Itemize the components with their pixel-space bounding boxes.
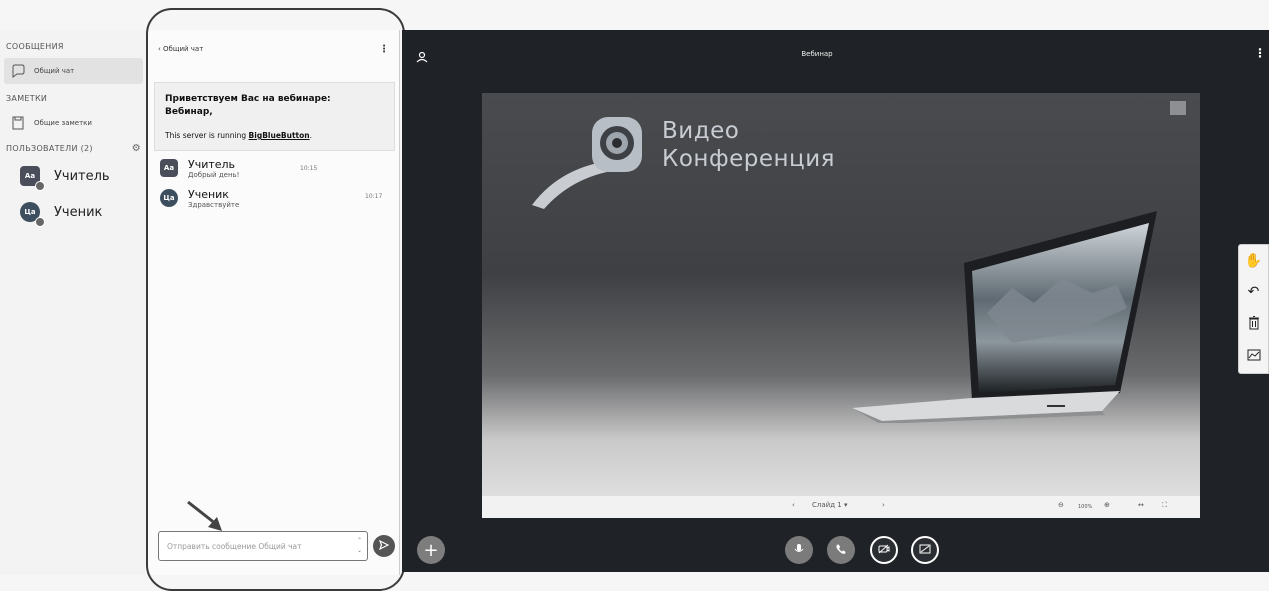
plus-icon: + xyxy=(423,539,439,561)
slide-toolbar: ‹ Слайд 1 ▾ › ⊖ 100% ⊕ ↔ ⛶ xyxy=(482,496,1200,518)
message-author: Учитель xyxy=(188,158,236,171)
gear-icon[interactable]: ⚙ xyxy=(132,140,141,158)
notes-section-label: ЗАМЕТКИ xyxy=(6,94,48,103)
welcome-message: Приветствуем Вас на вебинаре: Вебинар, T… xyxy=(154,82,395,151)
message-text: Здравствуйте xyxy=(188,201,240,209)
message-time: 10:17 xyxy=(365,193,383,200)
screen-share-off-icon xyxy=(919,544,931,557)
camera-off-icon xyxy=(878,544,890,557)
zoom-level: 100% xyxy=(1078,504,1093,510)
chat-back-button[interactable]: ‹ Общий чат xyxy=(158,45,203,53)
more-options-icon[interactable]: ⋮ xyxy=(379,44,389,55)
notes-section-title: ЗАМЕТКИ xyxy=(0,90,147,108)
server-info-prefix: This server is running xyxy=(165,131,249,140)
camera-button[interactable] xyxy=(870,536,898,564)
next-slide-button[interactable]: › xyxy=(882,501,885,509)
server-info-suffix: . xyxy=(309,131,313,140)
webcam-logo-icon xyxy=(532,117,642,209)
phone-icon xyxy=(835,543,847,558)
server-link[interactable]: BigBlueButton xyxy=(249,131,310,140)
app-window: СООБЩЕНИЯ Общий чат ЗАМЕТКИ Общие заметк… xyxy=(0,0,1269,591)
presentation-slide: Видео Конференция xyxy=(482,93,1200,496)
annotation-arrow-icon xyxy=(187,500,222,531)
user-item-teacher[interactable]: Аа Учитель xyxy=(0,158,147,194)
status-dot-icon xyxy=(35,217,45,227)
users-section-label: ПОЛЬЗОВАТЕЛИ (2) xyxy=(6,144,93,153)
chat-input-placeholder: Отправить сообщение Общий чат xyxy=(167,541,302,551)
prev-slide-button[interactable]: ‹ xyxy=(792,501,795,509)
microphone-button[interactable] xyxy=(785,536,813,564)
server-info: This server is running BigBlueButton. xyxy=(165,129,384,142)
undo-icon[interactable]: ↶ xyxy=(1248,284,1260,300)
chat-panel: ‹ Общий чат ⋮ Приветствуем Вас на вебина… xyxy=(148,30,400,575)
logo-line-1: Видео xyxy=(662,118,740,144)
avatar-initials: Ца xyxy=(24,208,36,216)
slide-selector[interactable]: Слайд 1 ▾ xyxy=(812,501,847,509)
message-text: Добрый день! xyxy=(188,171,240,179)
users-section-title: ПОЛЬЗОВАТЕЛИ (2) ⚙ xyxy=(0,140,147,158)
zoom-out-button[interactable]: ⊖ xyxy=(1058,501,1064,509)
chat-bubble-icon xyxy=(10,63,26,79)
meeting-title: Вебинар xyxy=(801,50,833,58)
public-chat-label: Общий чат xyxy=(34,67,75,75)
chat-message: Ца Ученик Здравствуйте 10:17 xyxy=(148,181,399,211)
chart-icon[interactable] xyxy=(1247,349,1261,365)
user-list-panel: СООБЩЕНИЯ Общий чат ЗАМЕТКИ Общие заметк… xyxy=(0,30,148,575)
sidebar-item-public-chat[interactable]: Общий чат xyxy=(4,58,143,84)
messages-section-title: СООБЩЕНИЯ xyxy=(0,38,147,56)
phone-button[interactable] xyxy=(827,536,855,564)
more-options-icon[interactable]: ⋮ xyxy=(1254,46,1266,60)
actions-plus-button[interactable]: + xyxy=(417,536,445,564)
avatar: Аа xyxy=(160,159,178,177)
avatar: Ца xyxy=(160,189,178,207)
avatar-initials: Ца xyxy=(163,194,175,202)
sidebar-item-shared-notes[interactable]: Общие заметки xyxy=(4,110,143,136)
fullscreen-button[interactable]: ⛶ xyxy=(1162,501,1167,510)
message-time: 10:15 xyxy=(300,165,318,172)
microphone-icon xyxy=(794,543,804,558)
avatar: Ца xyxy=(20,202,45,227)
chat-header: ‹ Общий чат ⋮ xyxy=(148,30,399,68)
send-icon xyxy=(378,539,390,553)
slide-label: Слайд 1 xyxy=(812,501,842,509)
stage-header: Вебинар ⋮ xyxy=(402,30,1269,82)
user-name: Ученик xyxy=(54,204,103,220)
send-button[interactable] xyxy=(373,535,395,557)
screen-share-button[interactable] xyxy=(911,536,939,564)
chat-message: Аа Учитель Добрый день! 10:15 xyxy=(148,151,399,181)
laptop-image xyxy=(852,211,1157,423)
whiteboard-toolbar: ✋ ↶ xyxy=(1238,244,1269,374)
avatar: Аа xyxy=(20,166,45,191)
user-item-student[interactable]: Ца Ученик xyxy=(0,194,147,230)
chat-message-input[interactable]: Отправить сообщение Общий чат ⌃ ⌄ xyxy=(158,531,368,561)
logo-line-2: Конференция xyxy=(662,146,835,172)
hand-tool-icon[interactable]: ✋ xyxy=(1245,253,1262,269)
zoom-in-button[interactable]: ⊕ xyxy=(1104,501,1110,509)
fit-width-button[interactable]: ↔ xyxy=(1138,501,1144,509)
status-dot-icon xyxy=(35,181,45,191)
shared-notes-label: Общие заметки xyxy=(34,119,92,127)
slide-logo-text: Видео Конференция xyxy=(662,117,835,173)
chat-back-label: Общий чат xyxy=(163,45,204,53)
message-author: Ученик xyxy=(188,188,229,201)
welcome-line-2: Вебинар, xyxy=(165,107,213,117)
minimize-presentation-button[interactable] xyxy=(1170,101,1186,115)
presentation-area: Вебинар ⋮ Видео Конференция ‹ Слайд 1 ▾ … xyxy=(402,30,1269,572)
trash-icon[interactable] xyxy=(1248,315,1260,334)
welcome-line-1: Приветствуем Вас на вебинаре: xyxy=(165,94,331,104)
avatar-initials: Аа xyxy=(24,172,36,180)
messages-section-label: СООБЩЕНИЯ xyxy=(6,42,64,51)
user-name: Учитель xyxy=(54,168,110,184)
input-resize-icon: ⌃ ⌄ xyxy=(356,537,363,554)
avatar-initials: Аа xyxy=(163,164,175,172)
notes-icon xyxy=(10,115,26,131)
